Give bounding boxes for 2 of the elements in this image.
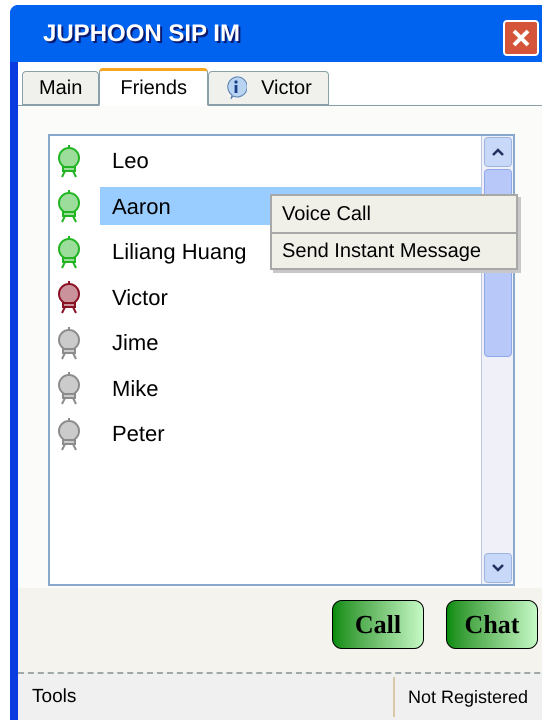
registration-status: Not Registered: [407, 686, 528, 709]
window-title: JUPHOON SIP IM: [43, 18, 240, 48]
